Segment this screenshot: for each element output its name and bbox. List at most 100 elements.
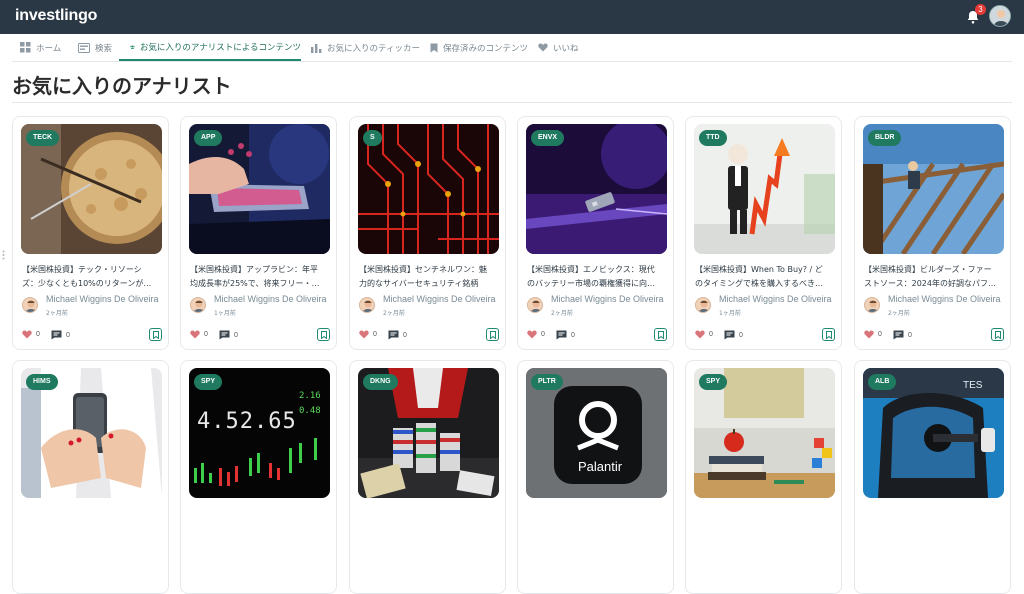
bookmark-button[interactable] <box>149 328 162 341</box>
bookmark-button[interactable] <box>822 328 835 341</box>
article-title[interactable]: 【米国株投資】センチネルワン：魅 力的なサイバーセキュリティ銘柄 <box>359 263 501 291</box>
ticker-badge[interactable]: TECK <box>26 130 60 146</box>
top-navbar: investlingo 3 <box>0 0 1024 34</box>
bookmark-icon <box>320 330 327 339</box>
like-count[interactable]: 0 <box>695 330 713 339</box>
tab-saved-content[interactable]: 保存済みのコンテンツ <box>430 34 528 61</box>
article-card[interactable]: DKNG <box>349 360 506 594</box>
tab-home[interactable]: ホーム <box>20 34 61 61</box>
article-title[interactable]: 【米国株投資】アップラビン：年平 均成長率が25%で、将来フリー・… <box>190 263 332 291</box>
article-thumbnail[interactable]: ENVX <box>526 124 667 254</box>
article-card[interactable]: TTD 【米国株投資】When To Buy? / どのタイミングで株を購入する… <box>685 116 842 350</box>
heart-icon <box>190 330 200 339</box>
author-avatar[interactable] <box>864 297 880 313</box>
article-title[interactable]: 【米国株投資】エノビックス：現代 のバッテリー市場の覇権獲得に向… <box>527 263 669 291</box>
ticker-badge[interactable]: PLTR <box>531 374 563 390</box>
post-date: 2ヶ月前 <box>383 310 405 317</box>
tab-label: 検索 <box>95 42 113 53</box>
article-thumbnail[interactable]: TTD <box>694 124 835 254</box>
comment-count[interactable]: 0 <box>219 330 238 340</box>
heart-icon <box>359 330 369 339</box>
author-avatar[interactable] <box>190 297 206 313</box>
post-date: 2ヶ月前 <box>46 310 68 317</box>
article-card[interactable]: 4.52.65 2.16 0.48 SPY <box>180 360 337 594</box>
article-thumbnail[interactable]: TES ALB <box>863 368 1004 498</box>
comment-icon <box>556 330 567 340</box>
tab-favorite-tickers[interactable]: お気に入りのティッカー <box>311 34 420 61</box>
like-count[interactable]: 0 <box>190 330 208 339</box>
article-thumbnail[interactable]: S <box>358 124 499 254</box>
post-date: 2ヶ月前 <box>888 310 910 317</box>
comment-count[interactable]: 0 <box>893 330 912 340</box>
article-card[interactable]: BLDR 【米国株投資】ビルダーズ・ファー ストソース：2024年の好調なパフ… … <box>854 116 1011 350</box>
ticker-badge[interactable]: SPY <box>194 374 223 390</box>
article-thumbnail[interactable]: TECK <box>21 124 162 254</box>
article-thumbnail[interactable]: DKNG <box>358 368 499 498</box>
like-count[interactable]: 0 <box>864 330 882 339</box>
author-name[interactable]: Michael Wiggins De Oliveira <box>551 294 669 304</box>
author-avatar[interactable] <box>695 297 711 313</box>
notification-badge: 3 <box>975 4 986 15</box>
article-card[interactable]: S 【米国株投資】センチネルワン：魅 力的なサイバーセキュリティ銘柄 Michae… <box>349 116 506 350</box>
bookmark-button[interactable] <box>486 328 499 341</box>
author-name[interactable]: Michael Wiggins De Oliveira <box>46 294 164 304</box>
article-thumbnail[interactable]: BLDR <box>863 124 1004 254</box>
ticker-badge[interactable]: APP <box>194 130 223 146</box>
page-title: お気に入りのアナリスト <box>12 76 232 98</box>
article-thumbnail[interactable]: HIMS <box>21 368 162 498</box>
article-card[interactable]: HIMS <box>12 360 169 594</box>
bookmark-icon <box>994 330 1001 339</box>
author-name[interactable]: Michael Wiggins De Oliveira <box>383 294 501 304</box>
article-card[interactable]: TES ALB <box>854 360 1011 594</box>
palantir-logo-text: Palantir <box>578 459 623 474</box>
article-thumbnail[interactable]: 4.52.65 2.16 0.48 SPY <box>189 368 330 498</box>
bookmark-button[interactable] <box>654 328 667 341</box>
user-avatar[interactable] <box>989 5 1011 27</box>
tab-likes[interactable]: いいね <box>538 34 579 61</box>
article-card[interactable]: Palantir PLTR <box>517 360 674 594</box>
comment-count[interactable]: 0 <box>556 330 575 340</box>
ticker-badge[interactable]: ENVX <box>531 130 565 146</box>
drag-handle-icon[interactable] <box>2 250 5 260</box>
article-title[interactable]: 【米国株投資】When To Buy? / どのタイミングで株を購入するべき… <box>695 263 837 291</box>
ticker-badge[interactable]: HIMS <box>26 374 58 390</box>
article-thumbnail[interactable]: APP <box>189 124 330 254</box>
ticker-badge[interactable]: S <box>363 130 382 146</box>
tab-favorite-analysts[interactable]: お気に入りのアナリストによるコンテンツ <box>119 34 301 61</box>
heart-icon <box>22 330 32 339</box>
article-title[interactable]: 【米国株投資】ビルダーズ・ファー ストソース：2024年の好調なパフ… <box>864 263 1006 291</box>
tab-label: ホーム <box>36 42 62 53</box>
article-card[interactable]: SPY <box>685 360 842 594</box>
ticker-badge[interactable]: DKNG <box>363 374 398 390</box>
author-avatar[interactable] <box>359 297 375 313</box>
ticker-badge[interactable]: SPY <box>699 374 728 390</box>
like-count[interactable]: 0 <box>359 330 377 339</box>
author-name[interactable]: Michael Wiggins De Oliveira <box>888 294 1006 304</box>
ticker-badge[interactable]: ALB <box>868 374 897 390</box>
article-card[interactable]: TECK 【米国株投資】テック・リソーシ ズ：少なくとも10%のリターンが… Mi… <box>12 116 169 350</box>
author-avatar[interactable] <box>22 297 38 313</box>
like-count[interactable]: 0 <box>527 330 545 339</box>
people-icon <box>130 44 135 49</box>
ticker-badge[interactable]: TTD <box>699 130 727 146</box>
ticker-badge[interactable]: BLDR <box>868 130 902 146</box>
article-thumbnail[interactable]: SPY <box>694 368 835 498</box>
tab-label: お気に入りのアナリストによるコンテンツ <box>139 41 301 52</box>
svg-text:0.48: 0.48 <box>299 406 321 416</box>
author-name[interactable]: Michael Wiggins De Oliveira <box>214 294 332 304</box>
author-name[interactable]: Michael Wiggins De Oliveira <box>719 294 837 304</box>
comment-count[interactable]: 0 <box>51 330 70 340</box>
comment-count[interactable]: 0 <box>388 330 407 340</box>
bookmark-button[interactable] <box>991 328 1004 341</box>
like-count[interactable]: 0 <box>22 330 40 339</box>
tab-label: 保存済みのコンテンツ <box>443 42 529 53</box>
article-thumbnail[interactable]: Palantir PLTR <box>526 368 667 498</box>
article-card[interactable]: ENVX 【米国株投資】エノビックス：現代 のバッテリー市場の覇権獲得に向… Mi… <box>517 116 674 350</box>
author-avatar[interactable] <box>527 297 543 313</box>
app-logo[interactable]: investlingo <box>15 7 97 25</box>
bookmark-button[interactable] <box>317 328 330 341</box>
article-title[interactable]: 【米国株投資】テック・リソーシ ズ：少なくとも10%のリターンが… <box>22 263 164 291</box>
comment-count[interactable]: 0 <box>724 330 743 340</box>
tab-search[interactable]: 検索 <box>78 34 112 61</box>
article-card[interactable]: APP 【米国株投資】アップラビン：年平 均成長率が25%で、将来フリー・… Mi… <box>180 116 337 350</box>
